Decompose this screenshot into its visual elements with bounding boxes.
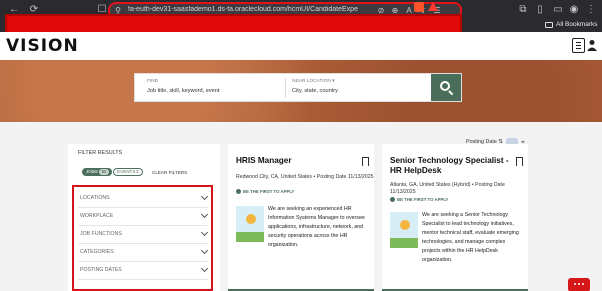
filter-categories-highlight: LOCATIONS WORKPLACE JOB FUNCTIONS CATEGO…	[72, 185, 213, 291]
job-illustration	[390, 212, 418, 248]
keyword-input[interactable]: Job title, skill, keyword, event	[147, 88, 219, 94]
chat-button[interactable]	[568, 278, 590, 291]
extensions-icon[interactable]: ⧉	[517, 4, 529, 16]
sidebar-icon[interactable]: ▯	[534, 4, 546, 16]
first-to-apply-badge: BE THE FIRST TO APPLY	[236, 189, 294, 195]
filter-results-title: FILTER RESULTS	[78, 150, 123, 156]
filter-locations[interactable]: LOCATIONS	[78, 190, 209, 208]
job-card[interactable]: HRIS Manager Redwood City, CA, United St…	[228, 144, 374, 291]
job-title[interactable]: HRIS Manager	[236, 156, 356, 166]
save-job-icon[interactable]	[516, 157, 523, 166]
first-to-apply-badge: BE THE FIRST TO APPLY	[390, 197, 448, 203]
chevron-down-icon	[200, 192, 209, 201]
location-input[interactable]: City, state, country	[292, 88, 338, 94]
location-label[interactable]: NEAR LOCATION ▾	[292, 79, 335, 84]
filter-panel: FILTER RESULTS JOBS 52 EVENTS 3 CLEAR FI…	[68, 144, 220, 291]
brave-shield-icon[interactable]	[414, 2, 424, 12]
star-icon	[390, 197, 395, 203]
job-location: Atlanta, GA, United States (Hybrid) • Po…	[390, 182, 505, 195]
all-bookmarks-link[interactable]: All Bookmarks	[556, 21, 598, 28]
folder-icon	[545, 22, 553, 28]
job-title[interactable]: Senior Technology Specialist - HR HelpDe…	[390, 156, 510, 176]
more-options-icon[interactable]: ⋮	[585, 4, 597, 16]
jobs-tab[interactable]: JOBS 52	[82, 168, 112, 176]
chevron-down-icon	[200, 210, 209, 219]
job-card[interactable]: Senior Technology Specialist - HR HelpDe…	[382, 144, 528, 291]
star-icon	[236, 189, 241, 195]
keyword-label: FIND	[147, 79, 159, 84]
url-text[interactable]: fa-euth-dev31-saasfademo1.ds-fa.oraclecl…	[128, 6, 358, 13]
job-search-form: FIND Job title, skill, keyword, event NE…	[134, 73, 462, 102]
menu-list-icon[interactable]	[572, 38, 585, 53]
search-icon	[440, 81, 450, 91]
chevron-down-icon	[200, 228, 209, 237]
save-job-icon[interactable]	[362, 157, 369, 166]
vision-logo[interactable]: VISION	[6, 36, 79, 56]
job-location: Redwood City, CA, United States • Postin…	[236, 174, 374, 180]
chevron-down-icon	[200, 246, 209, 255]
chevron-down-icon	[200, 264, 209, 273]
job-description: We are seeking a Senior Technology Speci…	[422, 212, 519, 263]
profile-icon[interactable]: ◉	[568, 4, 580, 16]
events-tab[interactable]: EVENTS 3	[113, 168, 143, 176]
brave-rewards-icon[interactable]	[428, 2, 438, 11]
redaction-bar	[5, 14, 462, 34]
filter-workplace[interactable]: WORKPLACE	[78, 208, 209, 226]
filter-categories[interactable]: CATEGORIES	[78, 244, 209, 262]
wallet-icon[interactable]: ▭	[552, 4, 564, 16]
user-icon[interactable]	[587, 39, 597, 51]
site-header: VISION	[0, 32, 602, 60]
search-divider	[285, 78, 286, 98]
filter-posting-dates[interactable]: POSTING DATES	[78, 262, 209, 280]
filter-job-functions[interactable]: JOB FUNCTIONS	[78, 226, 209, 244]
search-button[interactable]	[431, 74, 461, 101]
job-description: We are seeking an experienced HR Informa…	[268, 206, 365, 248]
job-illustration	[236, 206, 264, 242]
clear-filters-link[interactable]: CLEAR FILTERS	[152, 170, 187, 175]
